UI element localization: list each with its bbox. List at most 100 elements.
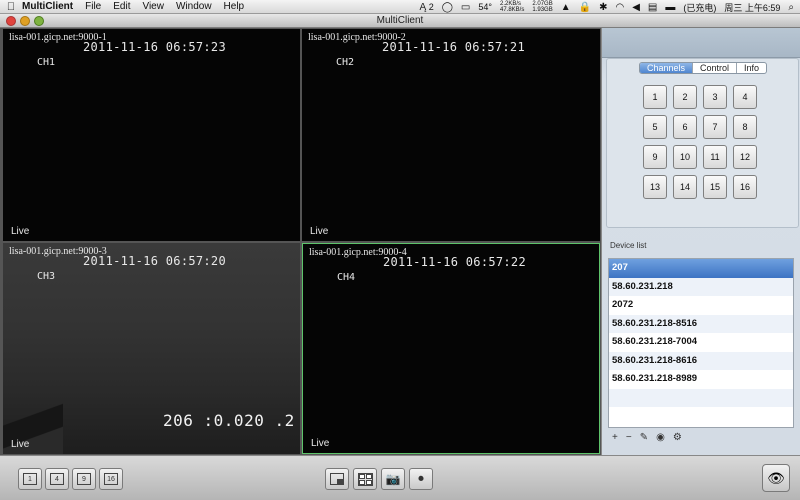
layout-4-icon: 4: [50, 473, 64, 485]
zoom-window-button[interactable]: [34, 16, 44, 26]
channel-button-9[interactable]: 9: [643, 145, 667, 169]
window-title-bar: MultiClient: [0, 14, 800, 28]
channel-button-grid: 1 2 3 4 5 6 7 8 9 10 11 12 13 14 15 16: [643, 85, 757, 199]
channel-button-11[interactable]: 11: [703, 145, 727, 169]
camera-channel: CH3: [37, 271, 56, 282]
channel-button-3[interactable]: 3: [703, 85, 727, 109]
adobe-status[interactable]: Ą 2: [420, 2, 434, 13]
device-item[interactable]: 2072: [609, 296, 793, 315]
bottom-toolbar: 1 4 9 16 📷 ⏺ 👁: [0, 455, 800, 500]
menu-help[interactable]: Help: [224, 1, 245, 12]
device-item[interactable]: 58.60.231.218-7004: [609, 333, 793, 352]
spotlight-icon[interactable]: ⌕: [788, 2, 794, 13]
bluetooth-icon[interactable]: ✱: [599, 2, 607, 13]
battery-meter-icon[interactable]: ▭: [461, 2, 470, 13]
network-readout: 2.2KB/s 47.8KB/s: [500, 1, 525, 13]
tab-control[interactable]: Control: [692, 63, 736, 73]
device-list-empty-row: [609, 407, 793, 426]
channel-button-16[interactable]: 16: [733, 175, 757, 199]
camera-timestamp: 2011-11-16 06:57:22: [383, 255, 526, 269]
app-menu[interactable]: MultiClient: [22, 1, 73, 12]
record-icon: ⏺: [418, 472, 424, 485]
layout-9-button[interactable]: 9: [72, 468, 96, 490]
single-view-button[interactable]: [325, 468, 349, 490]
channel-button-6[interactable]: 6: [673, 115, 697, 139]
video-overlay-text: 206 :0.020 .2: [163, 411, 295, 430]
channel-button-10[interactable]: 10: [673, 145, 697, 169]
close-window-button[interactable]: [6, 16, 16, 26]
menu-file[interactable]: File: [85, 1, 101, 12]
camera-channel: CH4: [337, 272, 356, 283]
channel-button-7[interactable]: 7: [703, 115, 727, 139]
activity-graph-icon[interactable]: ▲: [561, 2, 571, 13]
battery-status: (已充电): [683, 2, 717, 13]
device-item[interactable]: 58.60.231.218-8516: [609, 314, 793, 333]
channel-button-15[interactable]: 15: [703, 175, 727, 199]
clock[interactable]: 周三 上午6:59: [724, 1, 780, 14]
battery-icon[interactable]: ▬: [665, 2, 675, 13]
channel-button-5[interactable]: 5: [643, 115, 667, 139]
tab-info[interactable]: Info: [736, 63, 766, 73]
bubble-icon[interactable]: ◯: [442, 2, 453, 13]
minimize-window-button[interactable]: [20, 16, 30, 26]
camera-channel: CH1: [37, 57, 56, 68]
menu-view[interactable]: View: [142, 1, 164, 12]
menu-edit[interactable]: Edit: [113, 1, 130, 12]
eye-icon: 👁: [767, 469, 785, 486]
channel-button-13[interactable]: 13: [643, 175, 667, 199]
layout-1-icon: 1: [23, 473, 37, 485]
layout-16-button[interactable]: 16: [99, 468, 123, 490]
device-item[interactable]: 58.60.231.218-8616: [609, 351, 793, 370]
device-list[interactable]: 207 58.60.231.218 2072 58.60.231.218-851…: [608, 258, 794, 428]
layout-4-button[interactable]: 4: [45, 468, 69, 490]
tab-container: Channels Control Info 1 2 3 4 5 6 7 8 9 …: [606, 58, 799, 228]
wifi-icon[interactable]: ◠: [615, 2, 624, 13]
video-cell-1[interactable]: lisa-001.gicp.net:9000-1 2011-11-16 06:5…: [3, 29, 300, 241]
grid-view-icon: [357, 472, 373, 486]
layout-1-button[interactable]: 1: [18, 468, 42, 490]
channel-button-4[interactable]: 4: [733, 85, 757, 109]
temperature-readout: 54°: [478, 2, 492, 12]
video-grid: lisa-001.gicp.net:9000-1 2011-11-16 06:5…: [0, 28, 601, 455]
snapshot-button[interactable]: 📷: [381, 468, 405, 490]
adobe-icon: Ą: [419, 1, 427, 13]
live-status: Live: [11, 439, 30, 450]
record-button[interactable]: ⏺: [409, 468, 433, 490]
layout-16-icon: 16: [104, 473, 118, 485]
single-view-icon: [330, 473, 344, 485]
video-cell-2[interactable]: lisa-001.gicp.net:9000-2 2011-11-16 06:5…: [302, 29, 600, 241]
camera-timestamp: 2011-11-16 06:57:21: [382, 40, 525, 54]
video-cell-3[interactable]: lisa-001.gicp.net:9000-3 2011-11-16 06:5…: [3, 243, 300, 454]
video-cell-4[interactable]: lisa-001.gicp.net:9000-4 2011-11-16 06:5…: [302, 243, 600, 454]
lock-icon[interactable]: 🔒: [579, 2, 591, 13]
gear-icon[interactable]: ⚙: [673, 432, 682, 443]
side-panel: Channels Control Info 1 2 3 4 5 6 7 8 9 …: [601, 28, 800, 455]
channel-button-14[interactable]: 14: [673, 175, 697, 199]
add-icon[interactable]: +: [612, 432, 618, 443]
edit-icon[interactable]: ✎: [640, 432, 648, 443]
tab-channels[interactable]: Channels: [640, 63, 693, 73]
layout-9-icon: 9: [77, 473, 91, 485]
channel-button-2[interactable]: 2: [673, 85, 697, 109]
channel-button-1[interactable]: 1: [643, 85, 667, 109]
eye-icon[interactable]: ◉: [656, 432, 665, 443]
remove-icon[interactable]: −: [626, 432, 632, 443]
channel-button-12[interactable]: 12: [733, 145, 757, 169]
device-item[interactable]: 58.60.231.218-8989: [609, 370, 793, 389]
channel-button-8[interactable]: 8: [733, 115, 757, 139]
volume-icon[interactable]: ◀: [632, 2, 640, 13]
live-status: Live: [11, 226, 30, 237]
device-item[interactable]: 207: [609, 259, 793, 278]
camera-timestamp: 2011-11-16 06:57:23: [83, 40, 226, 54]
apple-icon[interactable]: : [0, 1, 22, 13]
camera-icon: 📷: [385, 472, 401, 486]
camera-channel: CH2: [336, 57, 355, 68]
menu-window[interactable]: Window: [176, 1, 212, 12]
grid-view-button[interactable]: [353, 468, 377, 490]
flag-icon[interactable]: ▤: [648, 2, 657, 13]
live-status: Live: [310, 226, 329, 237]
status-area: Ą 2 ◯ ▭ 54° 2.2KB/s 47.8KB/s 2.07GB 1.93…: [420, 0, 794, 14]
tab-bar: Channels Control Info: [639, 62, 768, 74]
device-item[interactable]: 58.60.231.218: [609, 277, 793, 296]
preview-toggle-button[interactable]: 👁: [762, 464, 790, 492]
